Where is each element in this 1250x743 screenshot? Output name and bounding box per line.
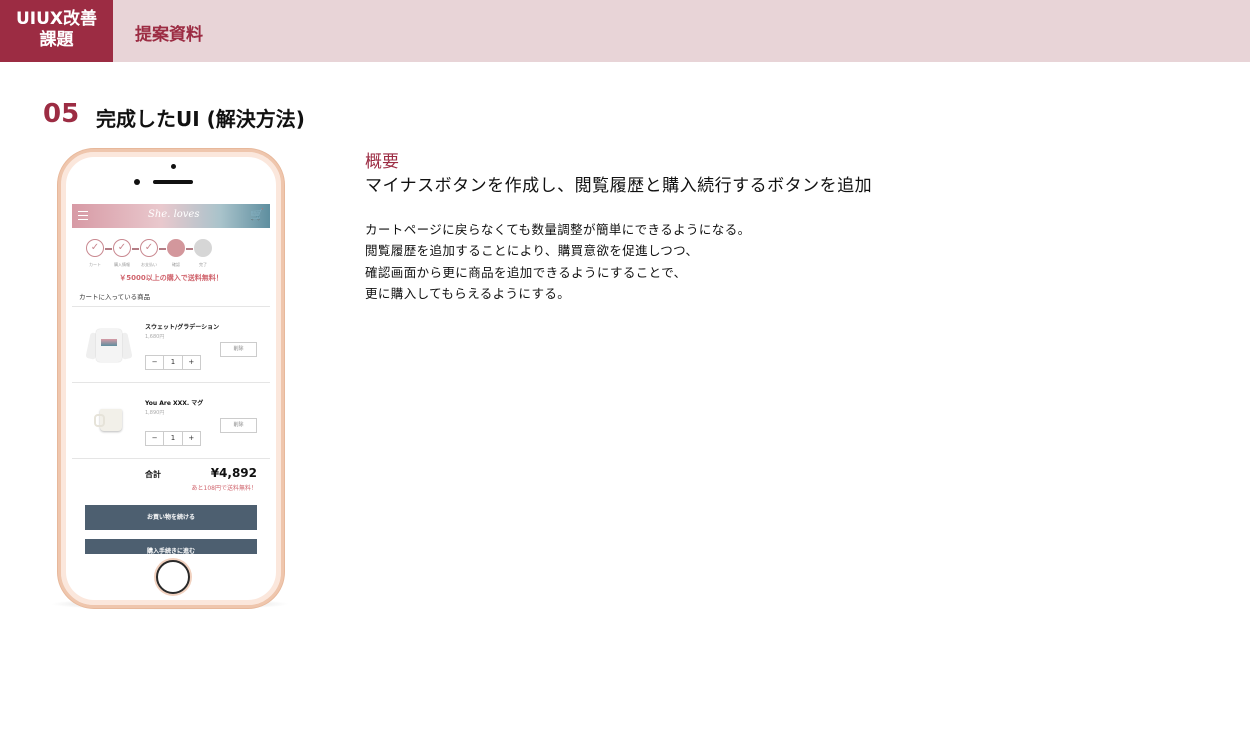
step-connector [159,248,166,250]
description-line: 更に購入してもらえるようにする。 [365,285,571,301]
section-number: 05 [43,99,80,129]
step-label: カート [89,262,101,267]
plus-button[interactable]: + [183,432,200,445]
proximity-sensor [134,179,140,185]
shipping-note: あと108円で送料無料！ [191,485,257,492]
app-header: She. loves 🛒 [72,204,270,228]
app-logo[interactable]: She. loves [148,209,199,220]
hamburger-menu-icon[interactable] [78,211,88,220]
description-line: カートページに戻らなくても数量調整が簡単にできるようになる。 [365,222,751,237]
order-total: 合計 ¥4,892 あと108円で送料無料！ [72,459,270,505]
quantity-value[interactable]: 1 [164,356,183,369]
summary-label: 概要 [365,152,399,172]
sweatshirt-thumbnail [85,325,133,365]
item-price: 1,890円 [145,410,165,416]
delete-button[interactable]: 削除 [220,418,257,433]
step-complete-pending [194,239,212,257]
badge-line-2: 課題 [39,30,74,50]
header-title: 提案資料 [135,25,203,45]
cart-item: You Are XXX. マグ 1,890円 − 1 + 削除 [72,383,270,459]
summary-lead: マイナスボタンを作成し、閲覧履歴と購入続行するボタンを追加 [365,176,873,196]
step-payment-check-icon: ✓ [140,239,158,257]
step-connector [186,248,193,250]
minus-button[interactable]: − [146,432,165,445]
cart-item: スウェット/グラデーション 1,680円 − 1 + 削除 [72,307,270,383]
quantity-value[interactable]: 1 [164,432,183,445]
item-name[interactable]: You Are XXX. マグ [145,398,203,407]
step-label: 確認 [172,262,180,267]
item-name[interactable]: スウェット/グラデーション [145,322,219,331]
plus-button[interactable]: + [183,356,200,369]
quantity-stepper: − 1 + [145,431,201,446]
step-label: 購入情報 [114,262,130,267]
earpiece-speaker [153,180,193,184]
checkout-stepper: ✓ ✓ ✓ カート 購入情報 お支払い 確認 完了 [72,228,270,278]
step-connector [105,248,112,250]
cart-heading: カートに入っている商品 [72,291,270,307]
mug-thumbnail [86,401,132,441]
total-value: ¥4,892 [210,466,257,480]
continue-shopping-button[interactable]: お買い物を続ける [85,505,257,530]
top-bar: UIUX改善 課題 提案資料 [0,0,1250,62]
total-label: 合計 [145,470,161,479]
front-camera [171,164,176,169]
phone-mockup: She. loves 🛒 ✓ ✓ ✓ カート 購入情報 お支払い 確認 完了 ￥… [58,149,284,608]
cart-icon[interactable]: 🛒 [250,209,264,221]
home-button[interactable] [156,560,190,594]
item-price: 1,680円 [145,334,165,340]
badge-line-1: UIUX改善 [15,9,98,29]
description-line: 確認画面から更に商品を追加できるようにすることで、 [365,264,687,280]
category-badge: UIUX改善 課題 [0,0,113,62]
step-connector [132,248,139,250]
phone-screen: She. loves 🛒 ✓ ✓ ✓ カート 購入情報 お支払い 確認 完了 ￥… [72,204,270,554]
step-label: 完了 [199,262,207,267]
section-title: 完成したUI (解決方法) [96,107,305,131]
minus-button[interactable]: − [146,356,165,369]
step-confirm-current [167,239,185,257]
quantity-stepper: − 1 + [145,355,201,370]
delete-button[interactable]: 削除 [220,342,257,357]
step-label: お支払い [141,262,157,267]
checkout-button[interactable]: 購入手続きに進む [85,539,257,554]
summary-description: カートページに戻らなくても数量調整が簡単にできるようになる。 閲覧履歴を追加する… [365,219,751,304]
step-cart-check-icon: ✓ [86,239,104,257]
description-line: 閲覧履歴を追加することにより、購買意欲を促進しつつ、 [365,243,699,259]
step-info-check-icon: ✓ [113,239,131,257]
